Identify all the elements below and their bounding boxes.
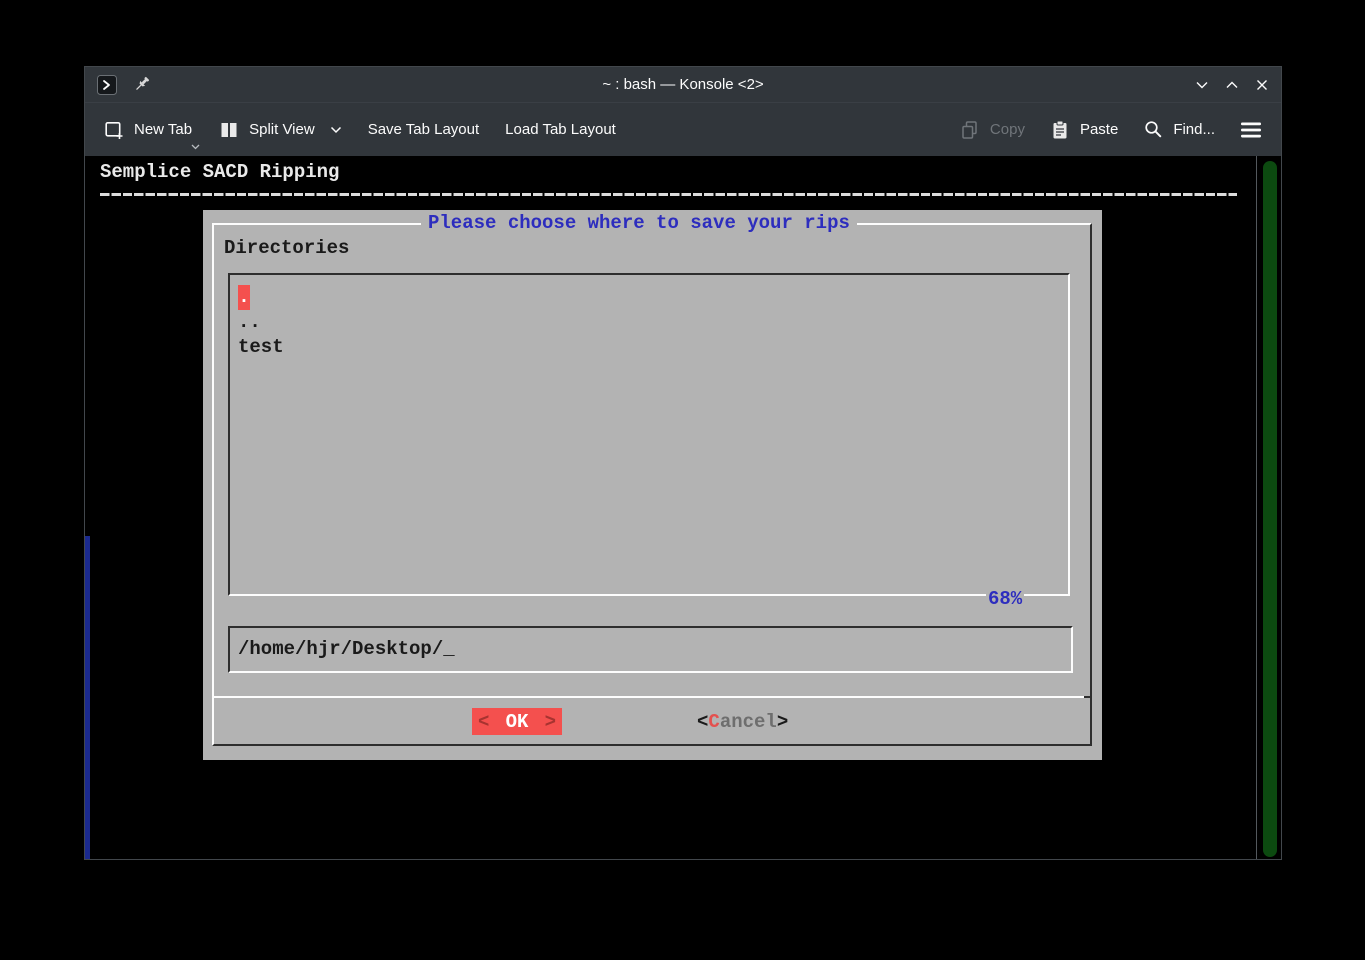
close-button[interactable] [1255, 78, 1269, 92]
paste-label: Paste [1080, 121, 1118, 138]
ok-button[interactable]: < OK > [472, 708, 562, 735]
paste-icon [1049, 119, 1071, 141]
minimize-button[interactable] [1195, 78, 1209, 92]
backtitle: Semplice SACD Ripping [100, 161, 339, 183]
cancel-bracket-left: < [697, 711, 708, 733]
ok-bracket-right: > [545, 711, 556, 733]
terminal-view[interactable]: Semplice SACD Ripping Please choose wher… [85, 156, 1281, 859]
hamburger-menu-icon[interactable] [1239, 121, 1263, 139]
save-tab-layout-button[interactable]: Save Tab Layout [368, 121, 479, 138]
konsole-app-icon [97, 75, 117, 95]
copy-icon [959, 119, 981, 141]
path-input[interactable]: /home/hjr/Desktop/_ [228, 626, 1073, 673]
text-cursor: _ [443, 638, 454, 660]
maximize-button[interactable] [1225, 78, 1239, 92]
find-button[interactable]: Find... [1142, 119, 1215, 141]
paste-button[interactable]: Paste [1049, 119, 1118, 141]
new-tab-button[interactable]: New Tab [103, 119, 192, 141]
new-tab-icon [103, 119, 125, 141]
prompt-marker [85, 536, 90, 859]
directories-label: Directories [224, 237, 349, 259]
save-location-dialog: Please choose where to save your rips Di… [203, 210, 1102, 760]
button-separator [212, 696, 1091, 698]
new-tab-label: New Tab [134, 121, 192, 138]
list-scroll-percent: 68% [986, 587, 1024, 612]
scrollbar[interactable] [1256, 156, 1281, 859]
selected-directory[interactable]: . [238, 285, 250, 310]
copy-label: Copy [990, 121, 1025, 138]
ok-bracket-left: < [478, 711, 489, 733]
search-icon [1142, 119, 1164, 141]
window-title: ~ : bash — Konsole <2> [85, 76, 1281, 93]
list-item[interactable]: . [238, 285, 1060, 310]
pin-icon[interactable] [133, 75, 153, 95]
list-item[interactable]: .. [238, 310, 1060, 335]
cancel-button[interactable]: < C ancel > [697, 708, 789, 735]
ok-label: OK [506, 711, 529, 733]
load-tab-layout-label: Load Tab Layout [505, 121, 616, 138]
toolbar: New Tab Split View Save Tab Layout Load … [85, 102, 1281, 156]
split-view-button[interactable]: Split View [218, 119, 342, 141]
path-input-value: /home/hjr/Desktop/ [238, 638, 443, 660]
dialog-title: Please choose where to save your rips [421, 212, 857, 234]
split-view-label: Split View [249, 121, 315, 138]
load-tab-layout-button[interactable]: Load Tab Layout [505, 121, 616, 138]
find-label: Find... [1173, 121, 1215, 138]
titlebar: ~ : bash — Konsole <2> [85, 67, 1281, 102]
scrollbar-thumb[interactable] [1263, 161, 1277, 857]
cancel-bracket-right: > [777, 711, 788, 733]
konsole-window: ~ : bash — Konsole <2> New Tab [84, 66, 1282, 860]
cancel-label-rest: ancel [720, 711, 777, 733]
cancel-hotkey: C [708, 711, 719, 733]
split-view-chevron-icon [330, 126, 342, 134]
backtitle-separator [100, 193, 1237, 196]
directory-list[interactable]: . .. test [228, 273, 1070, 596]
save-tab-layout-label: Save Tab Layout [368, 121, 479, 138]
new-tab-menu-chevron-icon[interactable] [191, 144, 200, 150]
split-view-icon [218, 119, 240, 141]
copy-button[interactable]: Copy [959, 119, 1025, 141]
list-item[interactable]: test [238, 335, 1060, 360]
